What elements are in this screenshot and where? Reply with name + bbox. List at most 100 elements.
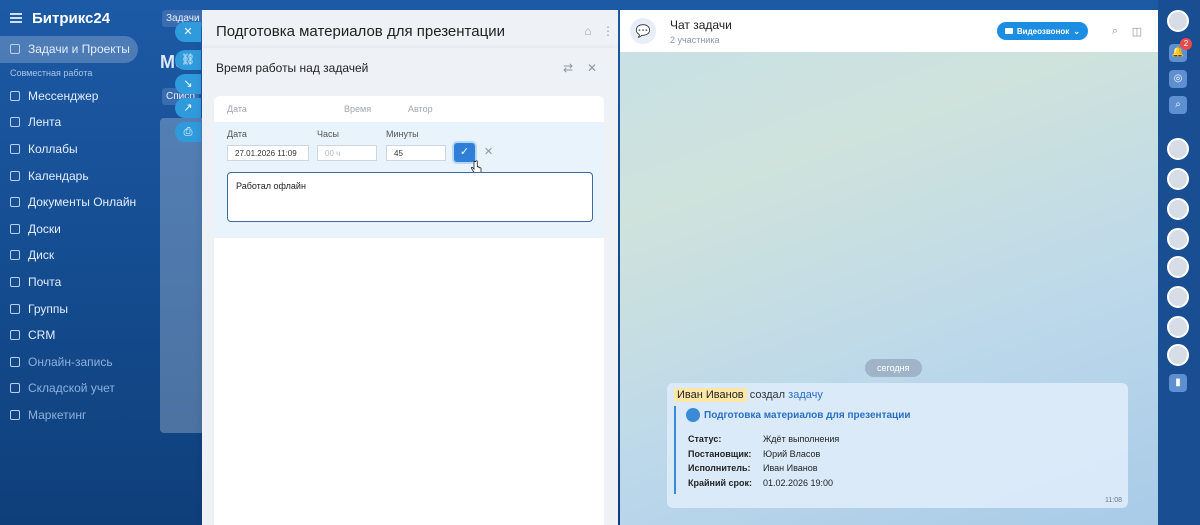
bookmark-icon[interactable]: ▮ — [1169, 374, 1187, 392]
menu-item-icon — [10, 117, 20, 128]
search-icon[interactable]: ⌕ — [1169, 96, 1187, 114]
sidebar-item[interactable]: Диск — [0, 242, 160, 269]
minutes-label: Минуты — [386, 129, 419, 139]
camera-icon — [1004, 28, 1013, 34]
menu-item-icon — [10, 303, 20, 314]
sidebar-item-label: Диск — [28, 248, 55, 263]
right-toolbar: 🔔 2 ◎ ⌕ ▮ — [1158, 0, 1200, 525]
field-value: Иван Иванов — [763, 463, 818, 473]
contact-avatar[interactable] — [1167, 344, 1189, 366]
sidebar-item-label: Доски — [28, 221, 61, 236]
video-call-label: Видеозвонок — [1016, 26, 1070, 36]
more-icon[interactable]: ⋮ — [598, 24, 618, 38]
contact-avatar[interactable] — [1167, 256, 1189, 278]
menu-icon[interactable] — [10, 13, 22, 23]
table-header: Дата Время Автор — [214, 96, 604, 122]
home-icon[interactable]: ⌂ — [578, 24, 598, 38]
sidebar-item[interactable]: Складской учет — [0, 375, 160, 402]
sidebar-item[interactable]: Документы Онлайн — [0, 189, 160, 216]
contact-avatar[interactable] — [1167, 168, 1189, 190]
contact-avatar[interactable] — [1167, 228, 1189, 250]
sidebar-item[interactable]: Задачи и Проекты — [0, 36, 138, 63]
task-field-row: Крайний срок: 01.02.2026 19:00 — [688, 478, 833, 488]
edit-row: Дата Часы Минуты 27.01.2026 11:09 00 ч 4… — [214, 122, 604, 238]
user-avatar[interactable] — [1167, 10, 1189, 32]
sidebar-item[interactable]: Совместная работа — [0, 63, 160, 83]
open-external-icon[interactable]: ↗ — [175, 98, 201, 118]
sidebar-item[interactable]: Группы — [0, 295, 160, 322]
sidebar-toggle-icon[interactable]: ◫ — [1126, 25, 1148, 38]
message-header: Иван Иванов создал задачу — [674, 388, 823, 402]
arrow-icon[interactable]: ↘ — [175, 74, 201, 94]
sidebar-item[interactable]: Онлайн-запись — [0, 349, 160, 376]
sidebar-item[interactable]: Почта — [0, 269, 160, 296]
sidebar-item[interactable]: CRM — [0, 322, 160, 349]
comment-textarea[interactable]: Работал офлайн — [227, 172, 593, 222]
sidebar-item[interactable]: Маркетинг — [0, 402, 160, 429]
sidebar-item[interactable]: Календарь — [0, 162, 160, 189]
notification-badge: 2 — [1180, 38, 1192, 50]
search-icon[interactable]: ⌕ — [1104, 25, 1126, 38]
menu-item-icon — [10, 223, 20, 234]
cancel-icon[interactable]: ✕ — [484, 145, 493, 158]
author-mention[interactable]: Иван Иванов — [674, 388, 747, 402]
field-value: 01.02.2026 19:00 — [763, 477, 834, 488]
task-field-row: Статус: Ждёт выполнения — [688, 434, 839, 444]
chat-title-block: Чат задачи 2 участника — [670, 18, 997, 45]
settings-icon[interactable]: ⇄ — [556, 61, 580, 75]
sidebar-item-label: Мессенджер — [28, 88, 99, 103]
contact-avatar[interactable] — [1167, 286, 1189, 308]
field-value: Юрий Власов — [763, 448, 821, 459]
close-icon[interactable]: ✕ — [580, 61, 604, 75]
message-action: создал — [749, 389, 786, 401]
sidebar-item-label: Маркетинг — [28, 408, 87, 423]
contact-avatar[interactable] — [1167, 198, 1189, 220]
sidebar-item[interactable]: Мессенджер — [0, 83, 160, 110]
column-author: Автор — [408, 104, 433, 114]
sidebar-item[interactable]: Лента — [0, 109, 160, 136]
left-sidebar: Битрикс24 Задачи и Проекты Совместная раб… — [0, 0, 160, 525]
video-call-button[interactable]: Видеозвонок ⌄ — [996, 22, 1088, 40]
menu-item-icon — [10, 144, 20, 155]
minutes-input[interactable]: 45 — [386, 145, 446, 161]
menu-item-icon — [10, 90, 20, 101]
contact-avatar[interactable] — [1167, 316, 1189, 338]
task-header: Подготовка материалов для презентации ⌂ … — [202, 10, 618, 52]
sidebar-item-label: Совместная работа — [10, 67, 93, 78]
edit-labels: Дата Часы Минуты — [227, 129, 604, 141]
field-key: Постановщик: — [688, 448, 752, 459]
chat-participants[interactable]: 2 участника — [670, 35, 997, 45]
task-card: Подготовка материалов для презентации Ст… — [674, 406, 1120, 494]
sidebar-item-label: Задачи и Проекты — [28, 42, 130, 57]
chat-header: 💬 Чат задачи 2 участника Видеозвонок ⌄ ⌕… — [620, 10, 1158, 52]
menu-item-icon — [10, 410, 20, 421]
close-icon[interactable]: ✕ — [175, 22, 201, 42]
sidebar-item[interactable]: Коллабы — [0, 136, 160, 163]
sidebar-item[interactable]: Доски — [0, 216, 160, 243]
logo[interactable]: Битрикс24 — [32, 10, 110, 27]
task-card-title-text: Подготовка материалов для презентации — [704, 409, 911, 421]
day-divider: сегодня — [865, 359, 922, 377]
sidebar-item-label: Почта — [28, 275, 62, 290]
menu-item-icon — [10, 250, 20, 261]
task-title: Подготовка материалов для презентации — [216, 22, 505, 40]
sidebar-header: Битрикс24 — [0, 0, 160, 36]
link-icon[interactable]: ⛓ — [175, 50, 201, 70]
print-icon[interactable]: ⎙ — [175, 122, 201, 142]
sidebar-item-label: CRM — [28, 328, 56, 343]
copilot-icon[interactable]: ◎ — [1169, 70, 1187, 88]
time-tracking-title: Время работы над задачей — [216, 61, 369, 75]
sidebar-item-label: Документы Онлайн — [28, 195, 137, 210]
contact-avatar[interactable] — [1167, 138, 1189, 160]
hours-input[interactable]: 00 ч — [317, 145, 377, 161]
date-input[interactable]: 27.01.2026 11:09 — [227, 145, 309, 161]
task-card-title[interactable]: Подготовка материалов для презентации — [686, 408, 911, 422]
menu-item-icon — [10, 383, 20, 394]
hours-label: Часы — [317, 129, 339, 139]
chevron-down-icon: ⌄ — [1073, 26, 1080, 36]
field-key: Статус: — [688, 434, 722, 444]
system-message: Иван Иванов создал задачу Подготовка мат… — [667, 383, 1128, 508]
background-table — [160, 118, 205, 433]
field-key: Крайний срок: — [688, 477, 753, 488]
task-link[interactable]: задачу — [788, 389, 823, 401]
